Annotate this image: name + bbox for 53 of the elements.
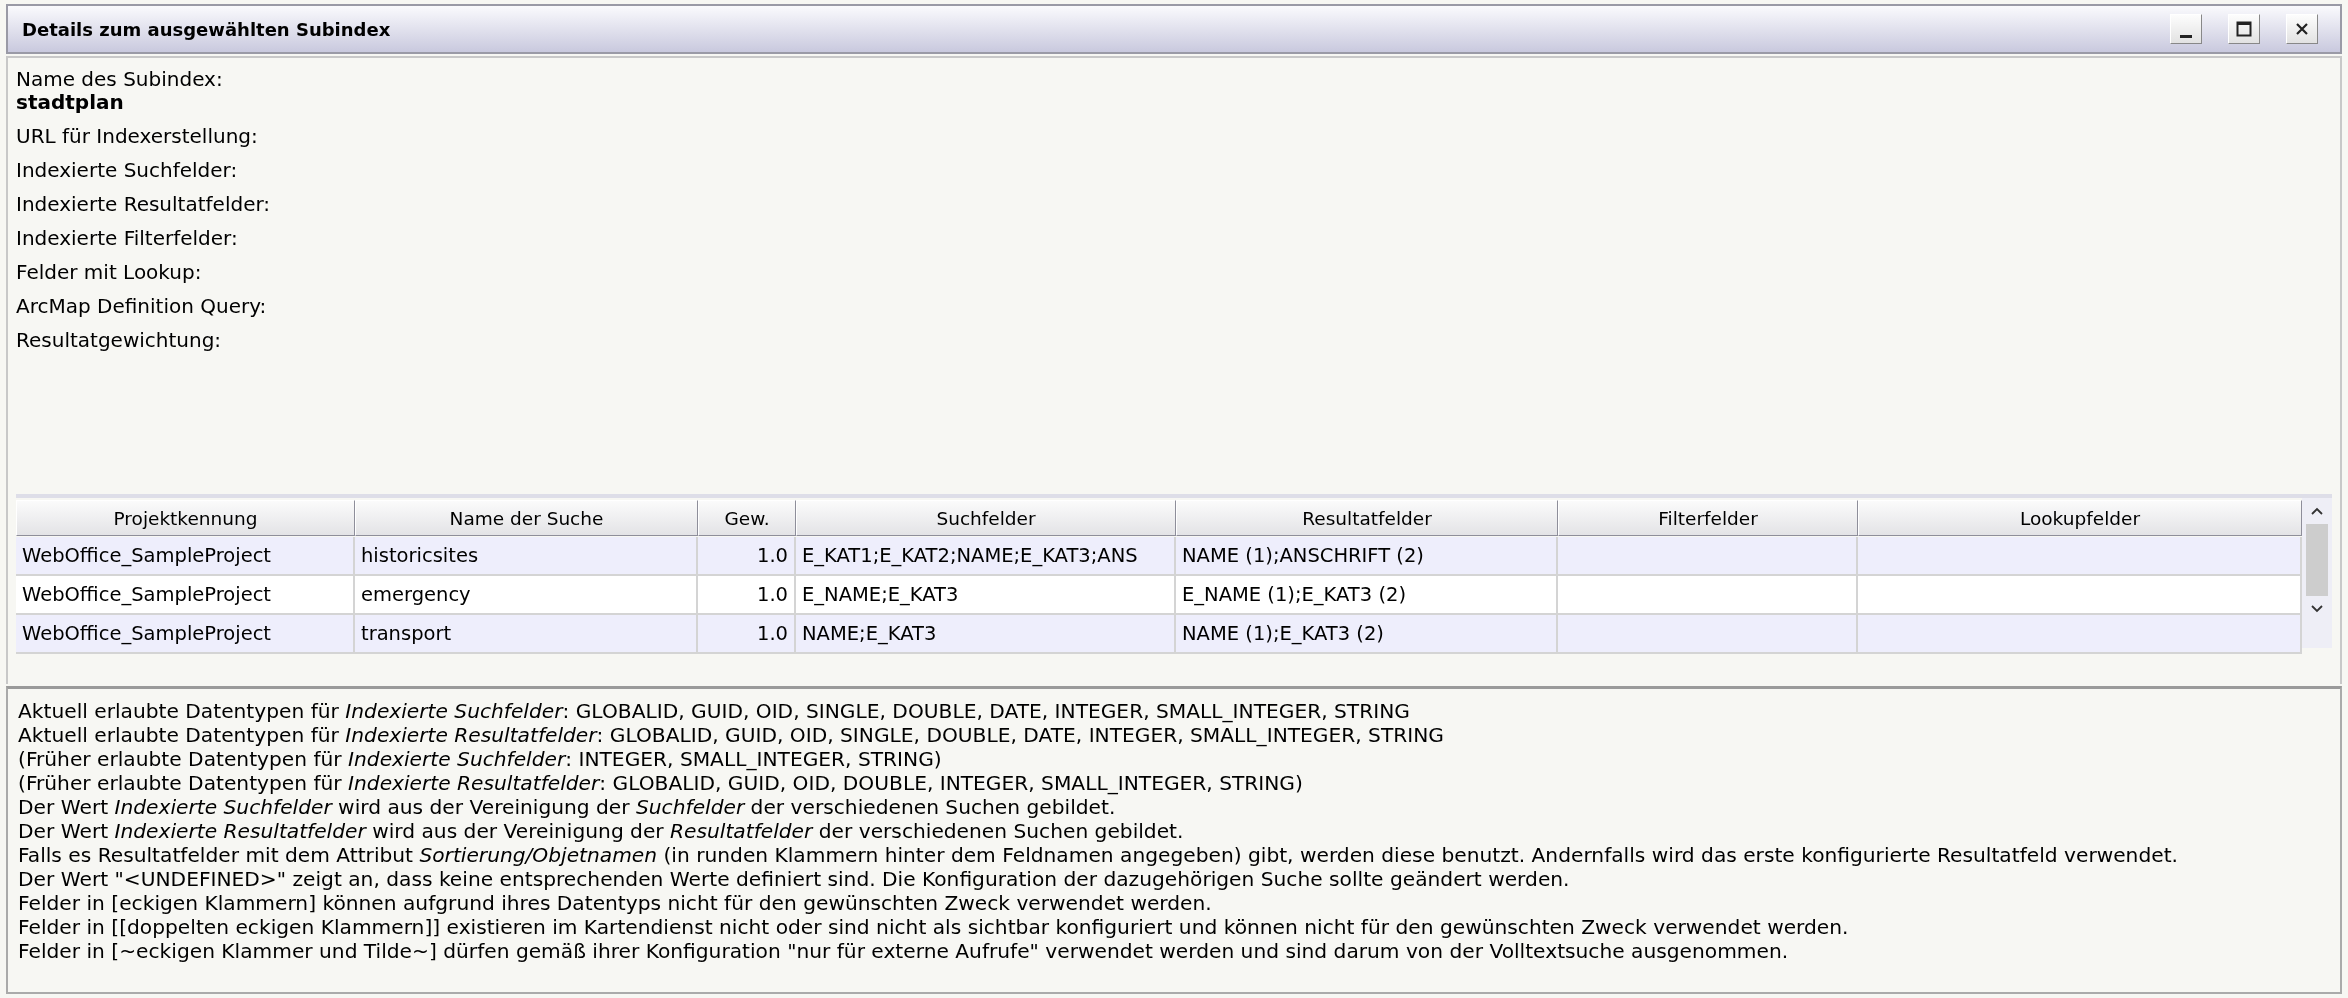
table-cell: E_NAME (1);E_KAT3 (2): [1176, 576, 1558, 615]
table-cell: NAME;E_KAT3: [796, 615, 1176, 654]
field-label: Name des Subindex:: [16, 68, 224, 91]
note-text: Der Wert "<UNDEFINED>" zeigt an, dass keine entsprechenden Werte definiert sind. Die Konfiguration der dazugehörigen Suche sollte geändert werden.: [18, 867, 1571, 891]
table-cell: E_KAT1;E_KAT2;NAME;E_KAT3;ANS: [796, 537, 1176, 576]
column-header[interactable]: Name der Suche: [355, 500, 698, 536]
note-text: Der Wert Indexierte Resultatfelder wird aus der Vereinigung der Resultatfelder der verschiedenen Suchen gebildet.: [18, 819, 1185, 843]
maximize-button[interactable]: [2228, 14, 2260, 44]
window-title: Details zum ausgewählten Subindex: [22, 18, 391, 40]
scrollbar[interactable]: [2302, 498, 2332, 648]
note-text: Der Wert Indexierte Suchfelder wird aus der Vereinigung der Suchfelder der verschiedenen Suchen gebildet.: [18, 795, 1117, 819]
note-text: Felder in [[doppelten eckigen Klammern]] existieren im Kartendienst nicht oder sind nicht als sichtbar konfiguriert und können nicht für den gewünschten Zweck verwendet werden.: [18, 915, 1850, 939]
column-header[interactable]: Resultatfelder: [1176, 500, 1558, 536]
note-text: Aktuell erlaubte Datentypen für Indexierte Resultatfelder: GLOBALID, GUID, OID, SINGLE, DOUBLE, DATE, INTEGER, SMALL_INTEGER, STRING: [18, 723, 1445, 747]
field-label: URL für Indexerstellung:: [16, 124, 259, 147]
note-text: Aktuell erlaubte Datentypen für Indexierte Suchfelder: GLOBALID, GUID, OID, SINGLE, DOUBLE, DATE, INTEGER, SMALL_INTEGER, STRING: [18, 699, 1411, 723]
column-header[interactable]: Suchfelder: [796, 500, 1176, 536]
note-text: Felder in [~eckigen Klammer und Tilde~] dürfen gemäß ihrer Konfiguration "nur für externe Aufrufe" verwendet werden und sind darum von der Volltextsuche ausgenommen.: [18, 939, 1790, 963]
close-button[interactable]: [2286, 14, 2318, 44]
table-cell: 1.0: [698, 615, 796, 654]
note-text: (Früher erlaubte Datentypen für Indexierte Resultatfelder: GLOBALID, GUID, OID, DOUBLE, INTEGER, SMALL_INTEGER, STRING): [18, 771, 1304, 795]
minimize-icon: [2180, 34, 2192, 38]
table-cell: NAME (1);E_KAT3 (2): [1176, 615, 1558, 654]
table-cell: historicsites: [355, 537, 698, 576]
field-label: Indexierte Filterfelder:: [16, 226, 239, 249]
table-cell: 1.0: [698, 537, 796, 576]
column-header[interactable]: Gew.: [698, 500, 796, 536]
minimize-button[interactable]: [2170, 14, 2202, 44]
field-label: Indexierte Resultatfelder:: [16, 192, 272, 215]
close-icon: [2295, 22, 2309, 36]
note-text: Felder in [eckigen Klammern] können aufgrund ihres Datentyps nicht für den gewünschten Zweck verwendet werden.: [18, 891, 1213, 915]
field-value: stadtplan: [16, 90, 125, 113]
table-cell: NAME (1);ANSCHRIFT (2): [1176, 537, 1558, 576]
field-label: Indexierte Suchfelder:: [16, 158, 239, 181]
table-cell: WebOffice_SampleProject: [16, 537, 355, 576]
table-cell: WebOffice_SampleProject: [16, 615, 355, 654]
column-header[interactable]: Lookupfelder: [1858, 500, 2302, 536]
table-cell: transport: [355, 615, 698, 654]
field-label: ArcMap Definition Query:: [16, 294, 268, 317]
scroll-thumb[interactable]: [2306, 524, 2328, 596]
column-header[interactable]: Projektkennung: [16, 500, 355, 536]
note-text: Falls es Resultatfelder mit dem Attribut Sortierung/Objetnamen (in runden Klammern hinter dem Feldnamen angegeben) gibt, werden diese benutzt. Andernfalls wird das erste konfigurierte Resultatfeld verwendet.: [18, 843, 2179, 867]
maximize-icon: [2236, 21, 2252, 37]
note-text: (Früher erlaubte Datentypen für Indexierte Suchfelder: INTEGER, SMALL_INTEGER, STRING): [18, 747, 943, 771]
table-cell: WebOffice_SampleProject: [16, 576, 355, 615]
field-label: Felder mit Lookup:: [16, 260, 203, 283]
scroll-down-icon: [2310, 604, 2324, 614]
scroll-up-icon: [2310, 506, 2324, 516]
column-header[interactable]: Filterfelder: [1558, 500, 1858, 536]
table-cell: E_NAME;E_KAT3: [796, 576, 1176, 615]
field-label: Resultatgewichtung:: [16, 328, 223, 351]
table-cell: emergency: [355, 576, 698, 615]
table-cell: 1.0: [698, 576, 796, 615]
